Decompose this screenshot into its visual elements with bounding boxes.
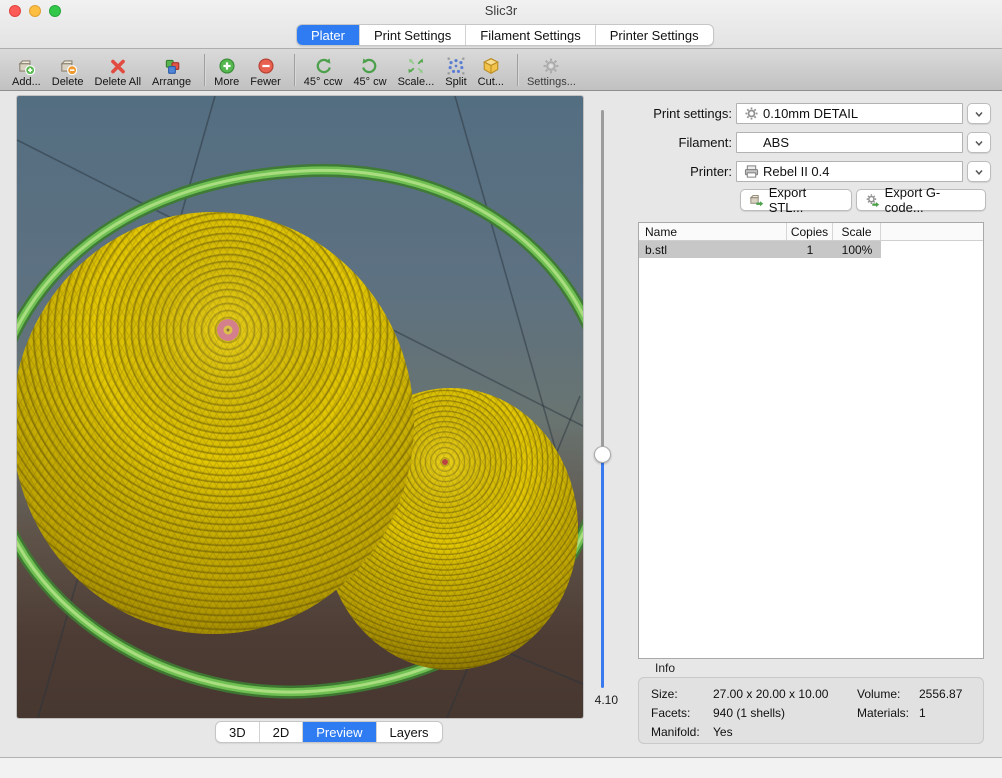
printer-label: Printer: — [620, 161, 732, 182]
export-gcode-button[interactable]: Export G-code... — [856, 189, 986, 211]
layer-slider-fill[interactable] — [601, 462, 604, 688]
toolbar: Add... Delete Delete All — [0, 48, 1002, 91]
tab-printer-settings[interactable]: Printer Settings — [596, 25, 713, 45]
tab-plater[interactable]: Plater — [297, 25, 360, 45]
info-group: Size: 27.00 x 20.00 x 10.00 Volume: 2556… — [638, 677, 984, 744]
scale-button[interactable]: Scale... — [398, 51, 435, 89]
export-stl-button[interactable]: Export STL... — [740, 189, 852, 211]
arrange-cubes-icon — [163, 56, 181, 76]
tab-filament-settings[interactable]: Filament Settings — [466, 25, 595, 45]
facets-label: Facets: — [651, 706, 690, 720]
view-tab-bar: 3D 2D Preview Layers — [215, 721, 443, 743]
manifold-label: Manifold: — [651, 725, 700, 739]
plater-sidebar: Print settings: 0.10mm DETA — [620, 96, 992, 746]
print-settings-label: Print settings: — [620, 103, 732, 124]
cut-button[interactable]: Cut... — [478, 51, 504, 89]
3d-viewport[interactable] — [17, 96, 583, 718]
view-tab-preview[interactable]: Preview — [303, 722, 376, 742]
export-gcode-icon — [865, 193, 880, 208]
size-label: Size: — [651, 687, 678, 701]
printer-icon — [744, 164, 763, 179]
volume-label: Volume: — [857, 687, 900, 701]
rotate-cw-button[interactable]: 45° cw — [353, 51, 386, 89]
printer-value: Rebel II 0.4 — [763, 164, 830, 179]
fewer-button[interactable]: Fewer — [250, 51, 281, 89]
main-tab-bar: Plater Print Settings Filament Settings … — [296, 24, 714, 46]
more-button[interactable]: More — [214, 51, 239, 89]
title-bar: Slic3r Plater Print Settings Filament Se… — [0, 0, 1002, 48]
materials-value: 1 — [919, 706, 926, 720]
filament-dropdown-button[interactable] — [967, 132, 991, 153]
view-tab-2d[interactable]: 2D — [260, 722, 304, 742]
tab-print-settings[interactable]: Print Settings — [360, 25, 466, 45]
settings-button[interactable]: Settings... — [527, 51, 576, 89]
cut-box-icon — [482, 56, 500, 76]
layer-slider-value: 4.10 — [584, 693, 618, 707]
info-group-title: Info — [655, 661, 675, 675]
delete-box-icon — [59, 56, 77, 76]
toolbar-separator — [204, 54, 205, 86]
rotate-cw-icon — [361, 56, 379, 76]
print-settings-dropdown-button[interactable] — [967, 103, 991, 124]
export-stl-icon — [749, 193, 764, 208]
fewer-minus-icon — [257, 56, 275, 76]
gear-icon — [744, 106, 763, 121]
cell-scale: 100% — [833, 243, 881, 257]
filament-select[interactable]: ABS — [736, 132, 963, 153]
split-dots-icon — [447, 56, 465, 76]
arrange-button[interactable]: Arrange — [152, 51, 191, 89]
delete-button[interactable]: Delete — [52, 51, 84, 89]
print-settings-select[interactable]: 0.10mm DETAIL — [736, 103, 963, 124]
print-settings-value: 0.10mm DETAIL — [763, 106, 858, 121]
column-header-scale[interactable]: Scale — [833, 223, 881, 240]
object-list[interactable]: Name Copies Scale b.stl 1 100% — [638, 222, 984, 659]
settings-gear-icon — [542, 56, 560, 76]
rotate-ccw-icon — [314, 56, 332, 76]
add-button[interactable]: Add... — [12, 51, 41, 89]
materials-label: Materials: — [857, 706, 909, 720]
printer-dropdown-button[interactable] — [967, 161, 991, 182]
add-box-icon — [17, 56, 35, 76]
filament-value: ABS — [763, 135, 789, 150]
more-plus-icon — [218, 56, 236, 76]
facets-value: 940 (1 shells) — [713, 706, 785, 720]
view-tab-3d[interactable]: 3D — [216, 722, 260, 742]
cell-name: b.stl — [639, 243, 787, 257]
column-header-blank — [881, 223, 983, 240]
column-header-name[interactable]: Name — [639, 223, 787, 240]
printer-select[interactable]: Rebel II 0.4 — [736, 161, 963, 182]
slic3r-window: Slic3r Plater Print Settings Filament Se… — [0, 0, 1002, 778]
size-value: 27.00 x 20.00 x 10.00 — [713, 687, 828, 701]
object-list-header: Name Copies Scale — [639, 223, 983, 241]
chevron-down-icon — [973, 137, 985, 149]
toolbar-separator — [294, 54, 295, 86]
delete-all-x-icon — [109, 56, 127, 76]
rotate-ccw-button[interactable]: 45° ccw — [304, 51, 343, 89]
layer-slider-track[interactable] — [601, 110, 604, 449]
chevron-down-icon — [973, 166, 985, 178]
manifold-value: Yes — [713, 725, 733, 739]
toolbar-separator — [517, 54, 518, 86]
scale-arrows-icon — [407, 56, 425, 76]
window-title: Slic3r — [0, 3, 1002, 18]
view-tab-layers[interactable]: Layers — [377, 722, 442, 742]
cell-copies: 1 — [787, 243, 833, 257]
table-row[interactable]: b.stl 1 100% — [639, 241, 881, 258]
split-button[interactable]: Split — [445, 51, 466, 89]
delete-all-button[interactable]: Delete All — [95, 51, 141, 89]
column-header-copies[interactable]: Copies — [787, 223, 833, 240]
status-strip — [0, 757, 1002, 778]
layer-slider-thumb[interactable] — [594, 446, 611, 463]
volume-value: 2556.87 — [919, 687, 962, 701]
filament-label: Filament: — [620, 132, 732, 153]
chevron-down-icon — [973, 108, 985, 120]
